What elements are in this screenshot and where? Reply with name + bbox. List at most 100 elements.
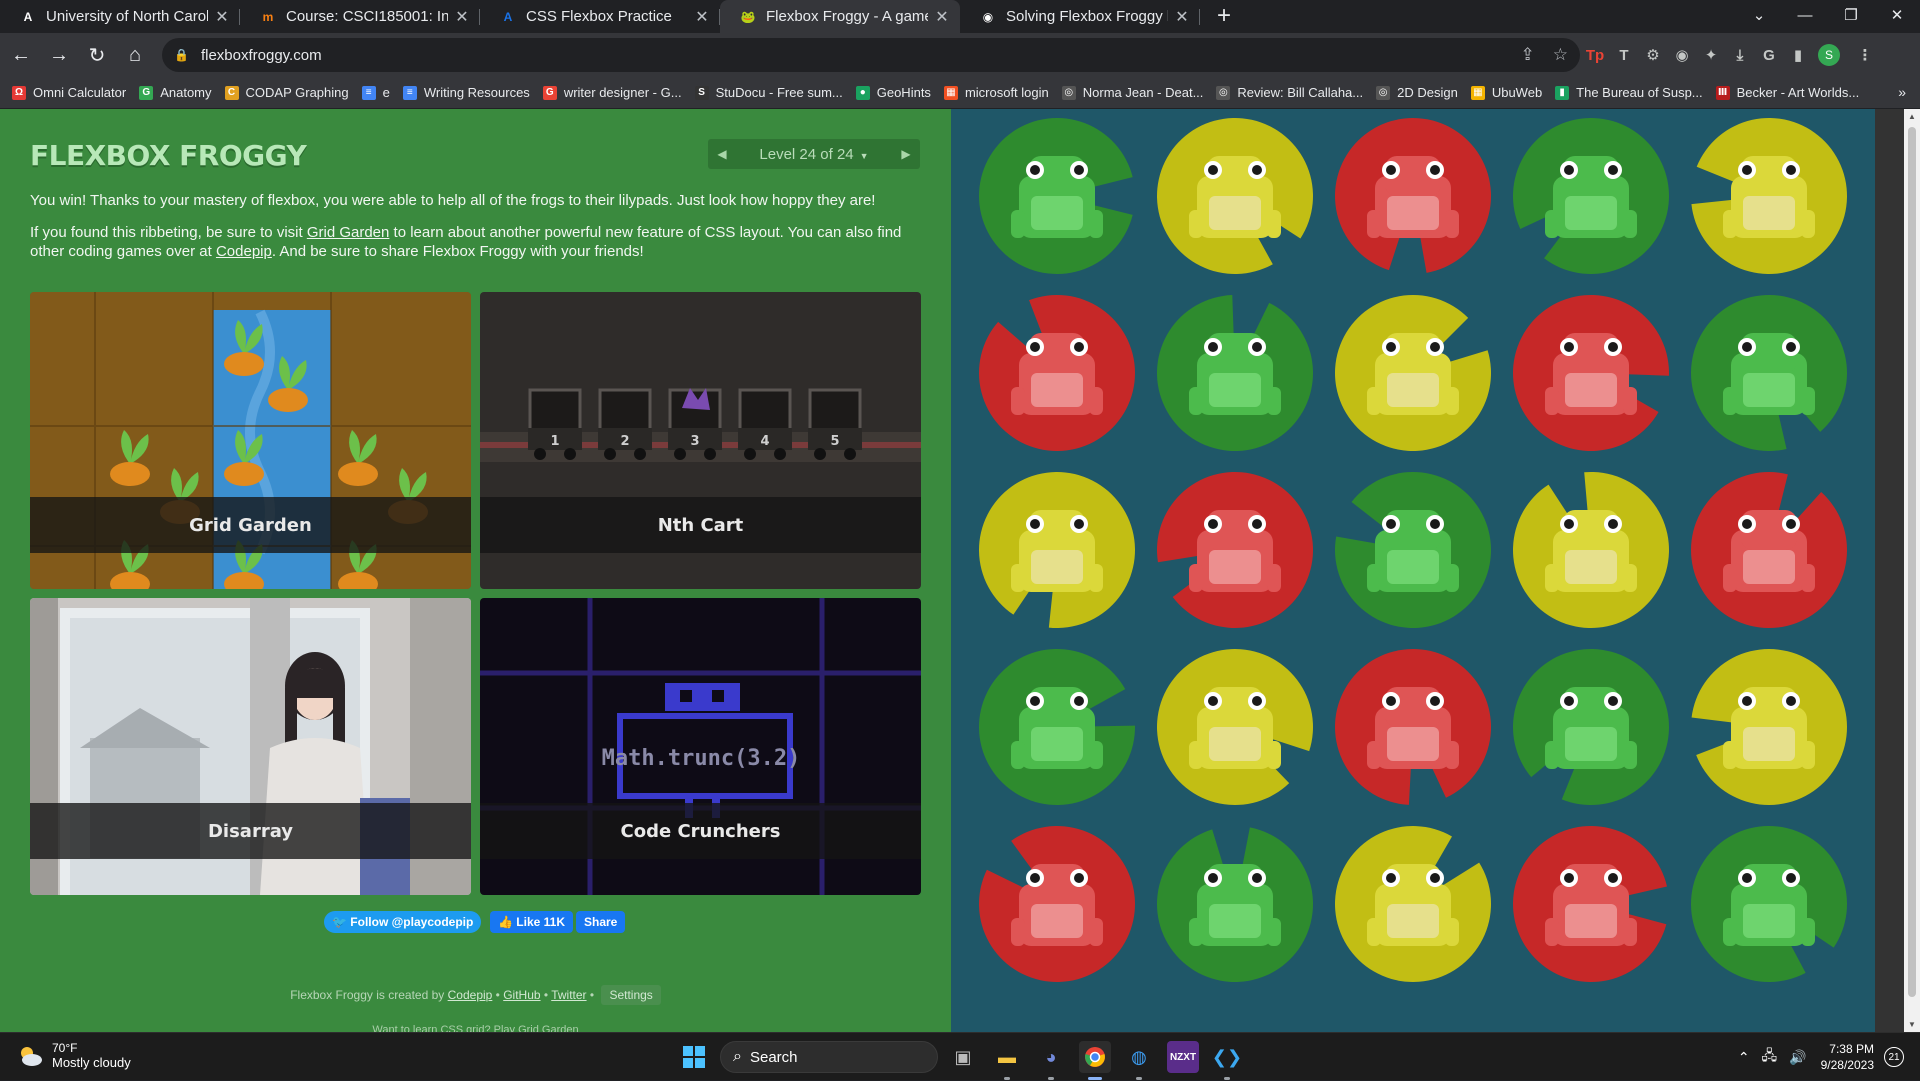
maximize-button[interactable]: ❐ (1828, 0, 1874, 30)
bookmark-item[interactable]: ▮ The Bureau of Susp... (1555, 85, 1703, 100)
taskbar-search[interactable]: ⌕ Search (720, 1041, 938, 1073)
cart-number: 1 (550, 434, 559, 449)
bookmark-favicon-icon: ▦ (943, 85, 958, 100)
like-label: Like 11K (516, 915, 565, 929)
codepip-link[interactable]: Codepip (216, 243, 272, 260)
bookmark-item[interactable]: Gwriter designer - G... (542, 85, 682, 100)
windows-start-icon[interactable] (678, 1041, 710, 1073)
back-button[interactable]: ← (4, 38, 38, 72)
browser-tab[interactable]: m Course: CSCI185001: Intro Progr ✕ (240, 0, 480, 33)
side-panel-icon[interactable]: ▮ (1784, 41, 1812, 69)
close-tab-icon[interactable]: ✕ (454, 7, 470, 27)
grid-garden-link[interactable]: Grid Garden (307, 224, 390, 241)
bookmark-item[interactable]: Ω Omni Calculator (12, 85, 126, 100)
disarray-card[interactable]: Disarray (30, 598, 471, 895)
settings-button[interactable]: Settings (601, 985, 661, 1005)
extension-gear-icon[interactable]: ⚙ (1639, 41, 1667, 69)
level-indicator[interactable]: Level 24 of 24 ▼ (736, 146, 892, 163)
address-bar[interactable]: 🔒 flexboxfroggy.com ⇪ ☆ (162, 38, 1580, 72)
more-bookmarks-icon[interactable]: » (1898, 84, 1906, 100)
browser-tab[interactable]: ◉ Solving Flexbox Froggy level 24 ✕ (960, 0, 1200, 33)
clock[interactable]: 7:38 PM 9/28/2023 (1821, 1041, 1874, 1073)
home-button[interactable]: ⌂ (118, 38, 152, 72)
bookmark-item[interactable]: ◎ 2D Design (1376, 85, 1458, 100)
extension-tp-icon[interactable]: Tp (1581, 41, 1609, 69)
footer-codepip-link[interactable]: Codepip (448, 988, 493, 1002)
bookmark-item[interactable]: ≡ Writing Resources (402, 85, 530, 100)
twitter-follow-button[interactable]: 🐦 Follow @playcodepip (324, 911, 482, 933)
url-text[interactable]: flexboxfroggy.com (201, 47, 1503, 64)
close-tab-icon[interactable]: ✕ (214, 7, 230, 27)
tab-search-icon[interactable]: ⌄ (1736, 0, 1782, 30)
chrome-icon[interactable] (1079, 1041, 1111, 1073)
app-icon[interactable]: ◍ (1123, 1041, 1155, 1073)
extension-t-icon[interactable]: T (1610, 41, 1638, 69)
bookmark-item[interactable]: ≡ e (361, 85, 390, 100)
mine-cart: 5 (808, 388, 862, 460)
bookmark-item[interactable]: ◎ Norma Jean - Deat... (1061, 85, 1204, 100)
weather-widget[interactable]: 70°F Mostly cloudy (16, 1041, 131, 1070)
share-icon[interactable]: ⇪ (1521, 45, 1535, 65)
bookmark-item[interactable]: ● GeoHints (855, 85, 931, 100)
browser-tab[interactable]: 🐸 Flexbox Froggy - A game for lea ✕ (720, 0, 960, 33)
minimize-button[interactable]: — (1782, 0, 1828, 30)
new-tab-button[interactable]: + (1210, 2, 1238, 30)
reload-button[interactable]: ↻ (80, 38, 114, 72)
bookmark-item[interactable]: S StuDocu - Free sum... (694, 85, 843, 100)
chrome-menu-icon[interactable]: ⋮ (1851, 41, 1879, 69)
browser-tab[interactable]: A University of North Carolina Ash ✕ (0, 0, 240, 33)
page-scrollbar[interactable]: ▲ ▼ (1904, 109, 1920, 1032)
bookmark-item[interactable]: Ⅲ Becker - Art Worlds... (1715, 85, 1860, 100)
bookmark-favicon-icon: ● (855, 85, 870, 100)
bookmark-item[interactable]: ◎ Review: Bill Callaha... (1216, 85, 1363, 100)
task-view-icon[interactable]: ▣ (947, 1041, 979, 1073)
close-window-button[interactable]: ✕ (1874, 0, 1920, 30)
file-explorer-icon[interactable]: ▬ (991, 1041, 1023, 1073)
scroll-up-icon[interactable]: ▲ (1907, 112, 1917, 121)
code-crunchers-card[interactable]: Math.trunc(3.2) Code Crunchers (480, 598, 921, 895)
network-icon[interactable]: 🖧 (1762, 1045, 1778, 1069)
facebook-like-button[interactable]: 👍 Like 11K (490, 911, 573, 933)
grid-garden-card[interactable]: Grid Garden (30, 292, 471, 589)
facebook-share-button[interactable]: Share (576, 911, 626, 933)
next-level-icon[interactable]: ▶ (892, 147, 920, 161)
notification-badge[interactable]: 21 (1884, 1047, 1904, 1067)
chevron-up-icon[interactable]: ⌃ (1738, 1049, 1750, 1066)
volume-icon[interactable]: 🔊 (1789, 1049, 1806, 1066)
extension-g-icon[interactable]: G (1755, 41, 1783, 69)
bookmark-label: Review: Bill Callaha... (1237, 85, 1364, 100)
bookmark-item[interactable]: C CODAP Graphing (224, 85, 349, 100)
tab-title: Solving Flexbox Froggy level 24 (1006, 8, 1168, 25)
footer-twitter-link[interactable]: Twitter (551, 988, 586, 1002)
discord-icon[interactable]: ◕ (1035, 1041, 1067, 1073)
browser-tab[interactable]: A CSS Flexbox Practice ✕ (480, 0, 720, 33)
flexbox-froggy-logo[interactable]: FLEXBOX FROGGY (30, 139, 307, 172)
nth-cart-card[interactable]: 1 2 3 4 5 Nth Cart (480, 292, 921, 589)
scroll-down-icon[interactable]: ▼ (1907, 1020, 1917, 1029)
level-label: Level 24 of 24 (759, 145, 854, 163)
close-tab-icon[interactable]: ✕ (934, 7, 950, 27)
scrollbar-thumb[interactable] (1908, 127, 1916, 997)
download-icon[interactable]: ⤓ (1726, 41, 1754, 69)
bookmark-favicon-icon: ◎ (1376, 85, 1391, 100)
bookmark-item[interactable]: ▦ microsoft login (943, 85, 1049, 100)
browser-toolbar: ← → ↻ ⌂ 🔒 flexboxfroggy.com ⇪ ☆ Tp T ⚙ ◉… (0, 33, 1920, 77)
bookmark-star-icon[interactable]: ☆ (1553, 45, 1568, 65)
bookmark-item[interactable]: G Anatomy (139, 85, 212, 100)
close-tab-icon[interactable]: ✕ (1174, 7, 1190, 27)
tab-strip: A University of North Carolina Ash ✕ m Cours… (0, 0, 1920, 33)
vscode-icon[interactable]: ❮❯ (1211, 1041, 1243, 1073)
forward-button[interactable]: → (42, 38, 76, 72)
bookmark-item[interactable]: ▦ UbuWeb (1470, 85, 1542, 100)
bookmark-label: Norma Jean - Deat... (1082, 85, 1204, 100)
close-tab-icon[interactable]: ✕ (694, 7, 710, 27)
pond-svg (979, 117, 1847, 983)
footer-github-link[interactable]: GitHub (503, 988, 540, 1002)
lock-icon: 🔒 (174, 48, 189, 62)
previous-level-icon[interactable]: ◀ (708, 147, 736, 161)
profile-avatar[interactable]: S (1818, 44, 1840, 66)
nzxt-cam-icon[interactable]: NZXT (1167, 1041, 1199, 1073)
bookmark-label: Becker - Art Worlds... (1736, 85, 1860, 100)
extensions-puzzle-icon[interactable]: ✦ (1697, 41, 1725, 69)
extension-search-icon[interactable]: ◉ (1668, 41, 1696, 69)
